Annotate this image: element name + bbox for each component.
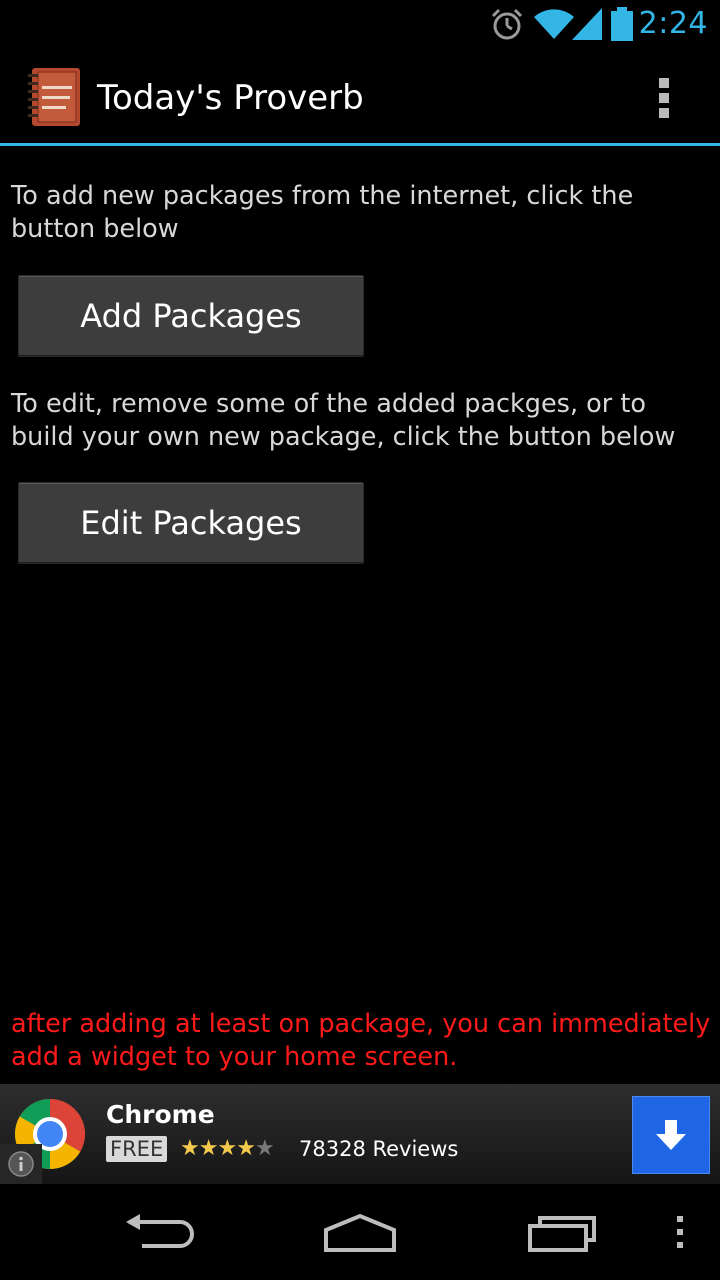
signal-icon <box>572 8 602 40</box>
add-packages-info: To add new packages from the internet, c… <box>11 181 634 244</box>
recent-apps-icon[interactable] <box>526 1212 598 1254</box>
star-icon: ★ <box>254 1136 275 1161</box>
wifi-icon <box>534 9 574 39</box>
status-bar: 2:24 <box>0 0 720 50</box>
back-icon[interactable] <box>124 1212 196 1254</box>
ad-banner[interactable]: Chrome FREE ★★★★★ 78328 Reviews <box>0 1084 720 1184</box>
edit-packages-button[interactable]: Edit Packages <box>18 482 364 564</box>
star-icon: ★ <box>236 1136 256 1161</box>
star-icon: ★ <box>198 1136 219 1161</box>
ad-info-badge[interactable] <box>0 1144 42 1184</box>
battery-icon <box>611 7 633 41</box>
star-icon: ★ <box>217 1136 237 1161</box>
action-bar: Today's Proverb <box>0 50 720 146</box>
app-title: Today's Proverb <box>97 78 364 118</box>
action-bar-divider <box>0 143 720 146</box>
widget-note: after adding at least on package, you ca… <box>11 1009 711 1072</box>
info-icon <box>8 1151 34 1177</box>
edit-packages-info: To edit, remove some of the added packge… <box>11 389 676 452</box>
status-clock: 2:24 <box>638 6 708 41</box>
alarm-icon <box>491 8 523 40</box>
rating-stars: ★★★★★ <box>180 1136 275 1161</box>
download-button[interactable] <box>632 1096 710 1174</box>
navigation-bar <box>0 1184 720 1280</box>
star-icon: ★ <box>180 1136 200 1161</box>
ad-title: Chrome <box>106 1100 215 1129</box>
notebook-icon[interactable] <box>28 68 82 126</box>
add-packages-button[interactable]: Add Packages <box>18 275 364 357</box>
price-badge: FREE <box>106 1136 168 1162</box>
download-arrow-icon <box>656 1120 686 1150</box>
review-count: 78328 Reviews <box>299 1137 459 1161</box>
menu-icon[interactable] <box>672 1214 688 1250</box>
overflow-menu-icon[interactable] <box>654 78 674 118</box>
home-icon[interactable] <box>322 1212 398 1254</box>
